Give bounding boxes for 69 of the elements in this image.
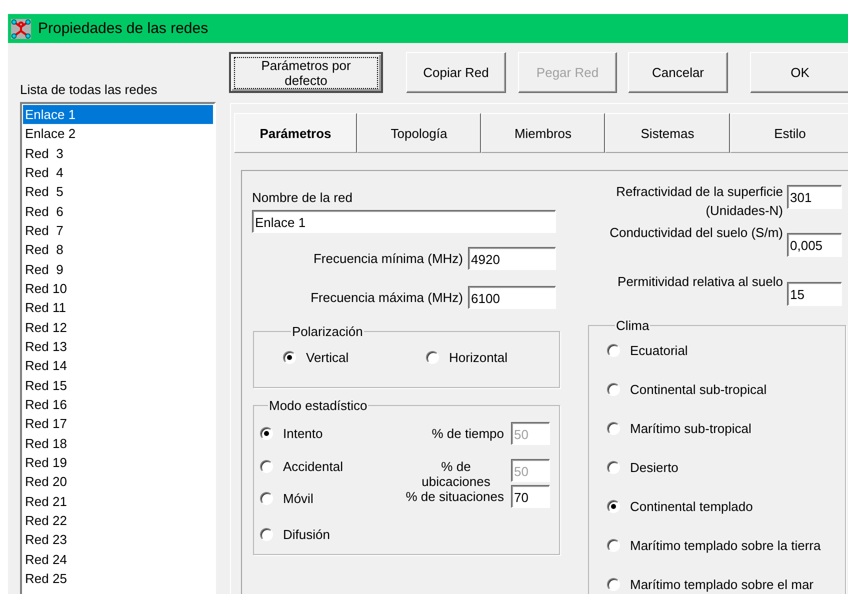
node-graph-icon <box>10 18 32 40</box>
radio-button[interactable]: Ecuatorial <box>607 342 688 359</box>
text-field[interactable]: Enlace 1 <box>252 210 556 233</box>
field-label: % de ubicaciones <box>420 459 492 489</box>
text-field[interactable]: 15 <box>787 282 842 306</box>
text-field[interactable]: 4920 <box>468 247 556 270</box>
list-item[interactable]: Red 7 <box>23 220 213 240</box>
list-item[interactable]: Red 14 <box>23 356 213 376</box>
tab[interactable]: Sistemas <box>605 113 730 153</box>
dialog-button[interactable]: OK <box>750 52 848 93</box>
radio-button[interactable]: Horizontal <box>426 349 508 366</box>
list-item[interactable]: Red 16 <box>23 394 213 414</box>
radio-button[interactable]: Intento <box>260 425 323 442</box>
list-item[interactable]: Red 4 <box>23 162 213 182</box>
list-item[interactable]: Red 19 <box>23 452 213 472</box>
radio-button[interactable]: Desierto <box>607 459 678 476</box>
radio-button[interactable]: Difusión <box>260 526 330 543</box>
radio-button[interactable]: Vertical <box>283 349 349 366</box>
list-item[interactable]: Red 24 <box>23 550 213 569</box>
list-item[interactable]: Red 18 <box>23 434 213 453</box>
list-item[interactable]: Red 12 <box>23 318 213 337</box>
list-item[interactable]: Red 5 <box>23 182 213 202</box>
tab[interactable]: Estilo <box>730 113 848 153</box>
field-label: Refractividad de la superficie (Unidades-N) <box>615 183 783 220</box>
list-label: Lista de todas las redes <box>20 81 158 99</box>
list-item[interactable]: Enlace 2 <box>23 124 213 144</box>
radio-button[interactable]: Marítimo templado sobre la tierra <box>607 537 821 554</box>
list-item[interactable]: Red 3 <box>23 144 213 163</box>
text-field[interactable]: 0,005 <box>787 233 842 257</box>
radio-button[interactable]: Marítimo sub-tropical <box>607 420 752 437</box>
list-item[interactable]: Red 15 <box>23 376 213 395</box>
text-field[interactable]: 70 <box>511 485 550 508</box>
window-title: Propiedades de las redes <box>38 20 208 37</box>
list-item[interactable]: Red 10 <box>23 278 213 298</box>
list-item[interactable]: Red 9 <box>23 260 213 279</box>
radio-button[interactable]: Continental templado <box>607 498 753 515</box>
field-label: Nombre de la red <box>252 190 354 205</box>
list-item[interactable]: Red 11 <box>23 298 213 318</box>
radio-button[interactable]: Marítimo templado sobre el mar <box>607 576 814 593</box>
field-label: Permitividad relativa al suelo <box>618 273 783 291</box>
list-item[interactable]: Red 23 <box>23 530 213 550</box>
list-item[interactable]: Red 22 <box>23 510 213 530</box>
dialog-button[interactable]: Cancelar <box>628 52 728 93</box>
group-title: Clima <box>615 318 650 333</box>
tab[interactable]: Topología <box>357 113 481 153</box>
field-label: Frecuencia máxima (MHz) <box>310 290 463 305</box>
field-label: Frecuencia mínima (MHz) <box>313 251 463 266</box>
radio-button[interactable]: Móvil <box>260 490 314 507</box>
list-item[interactable]: Red 8 <box>23 240 213 260</box>
radio-button[interactable]: Continental sub-tropical <box>607 381 767 398</box>
list-item[interactable]: Red 17 <box>23 414 213 434</box>
field-label: % de situaciones <box>406 489 504 504</box>
dialog-button[interactable]: Parámetros por defecto <box>229 52 383 93</box>
list-item[interactable]: Red 21 <box>23 492 213 511</box>
list-item[interactable]: Enlace 1 <box>23 105 213 124</box>
list-item[interactable]: Red 20 <box>23 472 213 492</box>
tab[interactable]: Miembros <box>481 113 605 153</box>
group-title: Polarización <box>291 324 364 339</box>
list-item[interactable]: Red 13 <box>23 336 213 356</box>
group-title: Modo estadístico <box>268 398 368 413</box>
field-label: Conductividad del suelo (S/m) <box>610 224 783 242</box>
tab[interactable]: Parámetros <box>234 113 357 153</box>
text-field[interactable]: 301 <box>787 185 842 209</box>
text-field[interactable]: 6100 <box>468 286 556 309</box>
field-label: % de tiempo <box>432 426 504 441</box>
list-item[interactable]: Red 25 <box>23 568 213 588</box>
list-item[interactable]: Red 6 <box>23 202 213 221</box>
radio-button[interactable]: Accidental <box>260 458 343 475</box>
dialog-button[interactable]: Copiar Red <box>406 52 506 93</box>
